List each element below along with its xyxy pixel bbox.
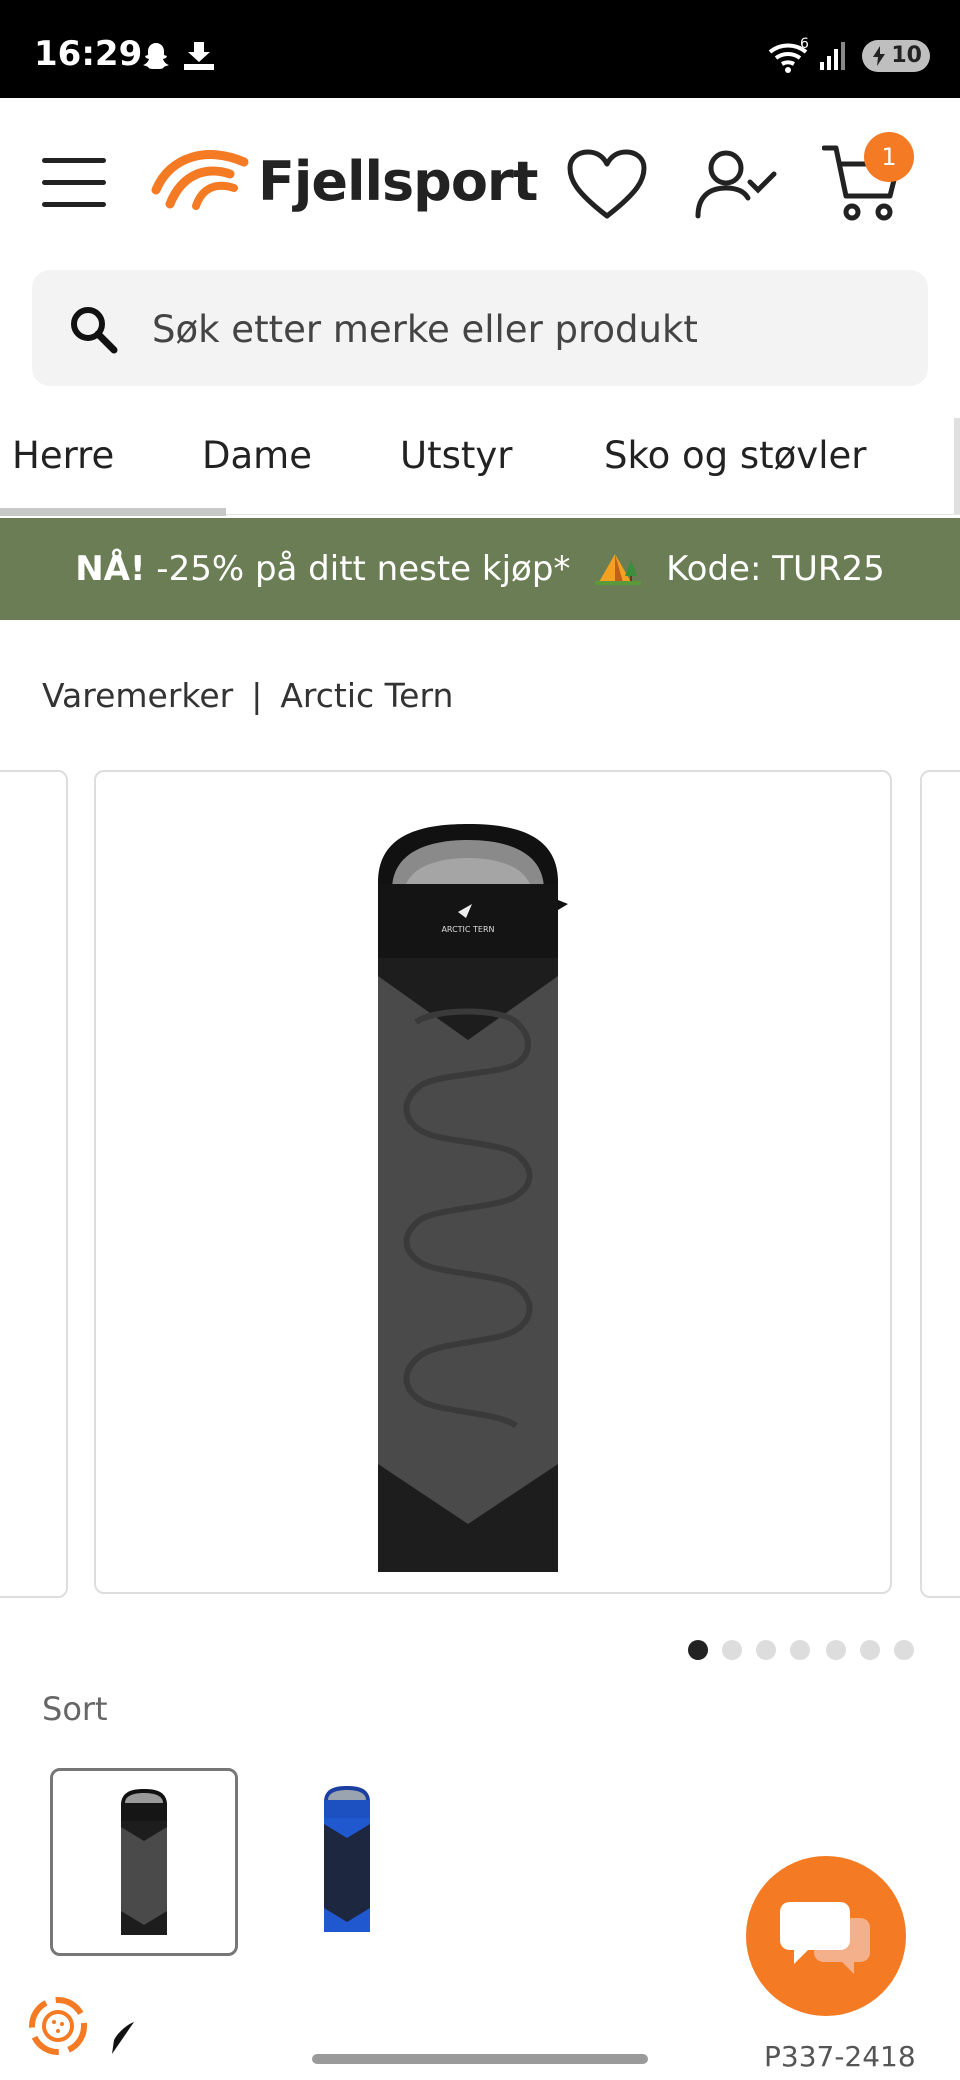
download-icon bbox=[184, 42, 214, 70]
chat-button[interactable] bbox=[746, 1856, 906, 2016]
color-swatch-black[interactable] bbox=[50, 1768, 238, 1956]
status-bar: 16:29 6 10 bbox=[0, 0, 960, 98]
snapchat-icon bbox=[143, 43, 169, 69]
breadcrumb-parent[interactable]: Varemerker bbox=[42, 676, 233, 715]
home-indicator[interactable] bbox=[312, 2054, 648, 2064]
selected-color-label: Sort bbox=[42, 1690, 108, 1728]
wishlist-heart-icon[interactable] bbox=[566, 148, 648, 220]
site-header: Fjellsport 1 bbox=[0, 98, 960, 268]
gallery-dot-2[interactable] bbox=[722, 1640, 742, 1660]
tent-icon bbox=[595, 554, 642, 585]
sleeping-bag-image: ARCTIC TERN bbox=[378, 824, 568, 1572]
chat-bubbles-icon bbox=[780, 1902, 870, 1974]
gallery-dot-6[interactable] bbox=[860, 1640, 880, 1660]
tab-dame[interactable]: Dame bbox=[202, 434, 312, 477]
signal-icon bbox=[820, 42, 845, 70]
search-bar bbox=[32, 270, 928, 388]
category-tabs: Herre Dame Utstyr Sko og støvler bbox=[0, 418, 960, 515]
status-time: 16:29 bbox=[34, 34, 143, 74]
product-image[interactable]: ARCTIC TERN bbox=[94, 770, 892, 1594]
breadcrumb: Varemerker | Arctic Tern bbox=[42, 676, 453, 715]
battery-indicator: 10 bbox=[862, 40, 930, 72]
gallery-dot-7[interactable] bbox=[894, 1640, 914, 1660]
color-swatch-blue[interactable] bbox=[256, 1768, 444, 1956]
breadcrumb-separator: | bbox=[251, 676, 263, 715]
battery-level: 10 bbox=[891, 43, 922, 68]
promo-text: -25% på ditt neste kjøp* bbox=[156, 549, 571, 589]
promo-banner[interactable]: NÅ! -25% på ditt neste kjøp* Kode: TUR25 bbox=[0, 518, 960, 620]
site-logo[interactable]: Fjellsport bbox=[150, 142, 538, 222]
wifi-badge: 6 bbox=[800, 36, 809, 52]
breadcrumb-current[interactable]: Arctic Tern bbox=[280, 676, 453, 715]
black-bag-thumbnail bbox=[121, 1789, 167, 1935]
tabs-scroll-edge bbox=[954, 418, 960, 514]
feather-icon bbox=[112, 2022, 134, 2054]
gallery-next-image[interactable] bbox=[920, 770, 960, 1598]
search-input[interactable] bbox=[150, 270, 894, 388]
charging-icon bbox=[873, 46, 885, 66]
tab-sko-og-stovler[interactable]: Sko og støvler bbox=[604, 434, 866, 477]
cart-count-badge: 1 bbox=[864, 132, 914, 182]
accessibility-widget-icon[interactable] bbox=[18, 1986, 98, 2066]
gallery-dot-5[interactable] bbox=[826, 1640, 846, 1660]
gallery-prev-image[interactable] bbox=[0, 770, 68, 1598]
product-sku: P337-2418 bbox=[764, 2040, 916, 2073]
blue-bag-thumbnail bbox=[324, 1786, 370, 1932]
search-icon bbox=[71, 307, 118, 354]
logo-text: Fjellsport bbox=[258, 150, 538, 213]
tab-herre[interactable]: Herre bbox=[12, 434, 114, 477]
gallery-dot-1[interactable] bbox=[688, 1640, 708, 1660]
tab-utstyr[interactable]: Utstyr bbox=[400, 434, 512, 477]
logo-mark-icon bbox=[151, 150, 249, 210]
promo-strong: NÅ! bbox=[75, 549, 146, 589]
tabs-scroll-indicator bbox=[0, 508, 226, 516]
gallery-dot-3[interactable] bbox=[756, 1640, 776, 1660]
gallery-dot-4[interactable] bbox=[790, 1640, 810, 1660]
menu-icon[interactable] bbox=[42, 158, 106, 208]
brand-mark-text: ARCTIC TERN bbox=[441, 925, 494, 934]
promo-code: Kode: TUR25 bbox=[666, 549, 885, 589]
account-user-icon[interactable] bbox=[692, 148, 778, 220]
